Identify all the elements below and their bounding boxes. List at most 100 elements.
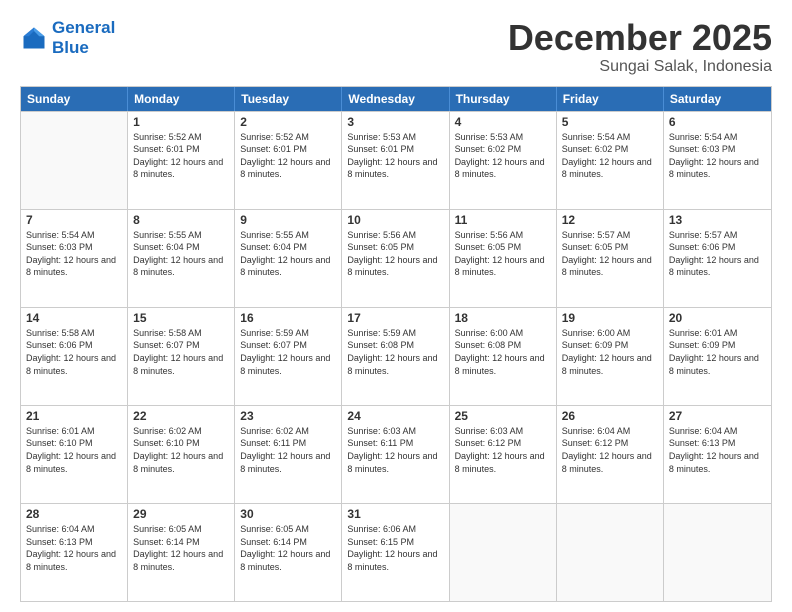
logo-line2: Blue bbox=[52, 38, 115, 58]
calendar-cell: 8 Sunrise: 5:55 AMSunset: 6:04 PMDaylight… bbox=[128, 210, 235, 307]
cell-info: Sunrise: 5:58 AMSunset: 6:06 PMDaylight:… bbox=[26, 327, 122, 377]
cell-info: Sunrise: 6:00 AMSunset: 6:08 PMDaylight:… bbox=[455, 327, 551, 377]
calendar-cell: 4Sunrise: 5:53 AMSunset: 6:02 PMDaylight… bbox=[450, 112, 557, 209]
cell-info: Sunrise: 5:55 AMSunset: 6:04 PMDaylight:… bbox=[133, 229, 229, 279]
calendar-week-row: 1 Sunrise: 5:52 AMSunset: 6:01 PMDaylight… bbox=[21, 111, 771, 209]
cell-info: Sunrise: 5:55 AMSunset: 6:04 PMDaylight:… bbox=[240, 229, 336, 279]
day-number: 19 bbox=[562, 311, 658, 325]
calendar-header-cell: Thursday bbox=[450, 87, 557, 111]
page: General Blue December 2025 Sungai Salak,… bbox=[0, 0, 792, 612]
calendar-cell: 22 Sunrise: 6:02 AMSunset: 6:10 PMDayligh… bbox=[128, 406, 235, 503]
day-number: 8 bbox=[133, 213, 229, 227]
day-number: 30 bbox=[240, 507, 336, 521]
calendar-cell: 1 Sunrise: 5:52 AMSunset: 6:01 PMDaylight… bbox=[128, 112, 235, 209]
calendar-header-cell: Monday bbox=[128, 87, 235, 111]
cell-info: Sunrise: 6:03 AMSunset: 6:12 PMDaylight:… bbox=[455, 425, 551, 475]
cell-info: Sunrise: 6:04 AMSunset: 6:12 PMDaylight:… bbox=[562, 425, 658, 475]
day-number: 9 bbox=[240, 213, 336, 227]
calendar-cell: 29 Sunrise: 6:05 AMSunset: 6:14 PMDayligh… bbox=[128, 504, 235, 601]
day-number: 23 bbox=[240, 409, 336, 423]
cell-info: Sunrise: 5:59 AMSunset: 6:07 PMDaylight:… bbox=[240, 327, 336, 377]
calendar-cell: 9 Sunrise: 5:55 AMSunset: 6:04 PMDaylight… bbox=[235, 210, 342, 307]
day-number: 2 bbox=[240, 115, 336, 129]
cell-info: Sunrise: 6:06 AMSunset: 6:15 PMDaylight:… bbox=[347, 523, 443, 573]
day-number: 16 bbox=[240, 311, 336, 325]
calendar-cell bbox=[21, 112, 128, 209]
day-number: 6 bbox=[669, 115, 766, 129]
calendar-cell: 11Sunrise: 5:56 AMSunset: 6:05 PMDayligh… bbox=[450, 210, 557, 307]
calendar-cell: 31 Sunrise: 6:06 AMSunset: 6:15 PMDayligh… bbox=[342, 504, 449, 601]
cell-info: Sunrise: 5:56 AMSunset: 6:05 PMDaylight:… bbox=[455, 229, 551, 279]
calendar-week-row: 21 Sunrise: 6:01 AMSunset: 6:10 PMDayligh… bbox=[21, 405, 771, 503]
cell-info: Sunrise: 5:57 AMSunset: 6:05 PMDaylight:… bbox=[562, 229, 658, 279]
subtitle: Sungai Salak, Indonesia bbox=[508, 58, 772, 76]
cell-info: Sunrise: 6:01 AMSunset: 6:09 PMDaylight:… bbox=[669, 327, 766, 377]
calendar-cell: 20 Sunrise: 6:01 AMSunset: 6:09 PMDayligh… bbox=[664, 308, 771, 405]
calendar-cell: 17 Sunrise: 5:59 AMSunset: 6:08 PMDayligh… bbox=[342, 308, 449, 405]
logo-text-block: General Blue bbox=[52, 18, 115, 57]
day-number: 22 bbox=[133, 409, 229, 423]
calendar-header-row: SundayMondayTuesdayWednesdayThursdayFrid… bbox=[21, 87, 771, 111]
calendar-cell bbox=[557, 504, 664, 601]
cell-info: Sunrise: 5:57 AMSunset: 6:06 PMDaylight:… bbox=[669, 229, 766, 279]
calendar-week-row: 7Sunrise: 5:54 AMSunset: 6:03 PMDaylight… bbox=[21, 209, 771, 307]
day-number: 26 bbox=[562, 409, 658, 423]
calendar-header-cell: Tuesday bbox=[235, 87, 342, 111]
calendar-cell: 30 Sunrise: 6:05 AMSunset: 6:14 PMDayligh… bbox=[235, 504, 342, 601]
cell-info: Sunrise: 6:01 AMSunset: 6:10 PMDaylight:… bbox=[26, 425, 122, 475]
day-number: 31 bbox=[347, 507, 443, 521]
cell-info: Sunrise: 5:52 AMSunset: 6:01 PMDaylight:… bbox=[240, 131, 336, 181]
header: General Blue December 2025 Sungai Salak,… bbox=[20, 18, 772, 76]
title-block: December 2025 Sungai Salak, Indonesia bbox=[508, 18, 772, 76]
calendar-cell: 28 Sunrise: 6:04 AMSunset: 6:13 PMDayligh… bbox=[21, 504, 128, 601]
day-number: 7 bbox=[26, 213, 122, 227]
day-number: 28 bbox=[26, 507, 122, 521]
calendar-cell: 12Sunrise: 5:57 AMSunset: 6:05 PMDayligh… bbox=[557, 210, 664, 307]
cell-info: Sunrise: 5:52 AMSunset: 6:01 PMDaylight:… bbox=[133, 131, 229, 181]
calendar-cell: 5Sunrise: 5:54 AMSunset: 6:02 PMDaylight… bbox=[557, 112, 664, 209]
day-number: 20 bbox=[669, 311, 766, 325]
calendar-cell: 10 Sunrise: 5:56 AMSunset: 6:05 PMDayligh… bbox=[342, 210, 449, 307]
calendar-cell: 16 Sunrise: 5:59 AMSunset: 6:07 PMDayligh… bbox=[235, 308, 342, 405]
day-number: 27 bbox=[669, 409, 766, 423]
calendar-cell: 13Sunrise: 5:57 AMSunset: 6:06 PMDayligh… bbox=[664, 210, 771, 307]
day-number: 3 bbox=[347, 115, 443, 129]
cell-info: Sunrise: 6:00 AMSunset: 6:09 PMDaylight:… bbox=[562, 327, 658, 377]
day-number: 15 bbox=[133, 311, 229, 325]
day-number: 17 bbox=[347, 311, 443, 325]
cell-info: Sunrise: 6:04 AMSunset: 6:13 PMDaylight:… bbox=[26, 523, 122, 573]
calendar-header-cell: Wednesday bbox=[342, 87, 449, 111]
day-number: 25 bbox=[455, 409, 551, 423]
cell-info: Sunrise: 5:58 AMSunset: 6:07 PMDaylight:… bbox=[133, 327, 229, 377]
logo-icon bbox=[20, 24, 48, 52]
day-number: 21 bbox=[26, 409, 122, 423]
calendar-cell: 25 Sunrise: 6:03 AMSunset: 6:12 PMDayligh… bbox=[450, 406, 557, 503]
day-number: 1 bbox=[133, 115, 229, 129]
calendar-cell: 3Sunrise: 5:53 AMSunset: 6:01 PMDaylight… bbox=[342, 112, 449, 209]
calendar-header-cell: Friday bbox=[557, 87, 664, 111]
calendar-cell: 15 Sunrise: 5:58 AMSunset: 6:07 PMDayligh… bbox=[128, 308, 235, 405]
cell-info: Sunrise: 6:02 AMSunset: 6:11 PMDaylight:… bbox=[240, 425, 336, 475]
cell-info: Sunrise: 6:03 AMSunset: 6:11 PMDaylight:… bbox=[347, 425, 443, 475]
cell-info: Sunrise: 6:05 AMSunset: 6:14 PMDaylight:… bbox=[133, 523, 229, 573]
cell-info: Sunrise: 5:59 AMSunset: 6:08 PMDaylight:… bbox=[347, 327, 443, 377]
cell-info: Sunrise: 6:05 AMSunset: 6:14 PMDaylight:… bbox=[240, 523, 336, 573]
calendar-cell bbox=[450, 504, 557, 601]
calendar: SundayMondayTuesdayWednesdayThursdayFrid… bbox=[20, 86, 772, 602]
month-title: December 2025 bbox=[508, 18, 772, 58]
cell-info: Sunrise: 5:56 AMSunset: 6:05 PMDaylight:… bbox=[347, 229, 443, 279]
calendar-cell: 2 Sunrise: 5:52 AMSunset: 6:01 PMDaylight… bbox=[235, 112, 342, 209]
cell-info: Sunrise: 6:02 AMSunset: 6:10 PMDaylight:… bbox=[133, 425, 229, 475]
calendar-cell: 24Sunrise: 6:03 AMSunset: 6:11 PMDayligh… bbox=[342, 406, 449, 503]
cell-info: Sunrise: 6:04 AMSunset: 6:13 PMDaylight:… bbox=[669, 425, 766, 475]
calendar-cell: 7Sunrise: 5:54 AMSunset: 6:03 PMDaylight… bbox=[21, 210, 128, 307]
calendar-body: 1 Sunrise: 5:52 AMSunset: 6:01 PMDaylight… bbox=[21, 111, 771, 601]
calendar-cell: 18Sunrise: 6:00 AMSunset: 6:08 PMDayligh… bbox=[450, 308, 557, 405]
calendar-cell bbox=[664, 504, 771, 601]
cell-info: Sunrise: 5:54 AMSunset: 6:03 PMDaylight:… bbox=[669, 131, 766, 181]
day-number: 10 bbox=[347, 213, 443, 227]
calendar-cell: 14Sunrise: 5:58 AMSunset: 6:06 PMDayligh… bbox=[21, 308, 128, 405]
logo: General Blue bbox=[20, 18, 115, 57]
cell-info: Sunrise: 5:53 AMSunset: 6:02 PMDaylight:… bbox=[455, 131, 551, 181]
day-number: 29 bbox=[133, 507, 229, 521]
